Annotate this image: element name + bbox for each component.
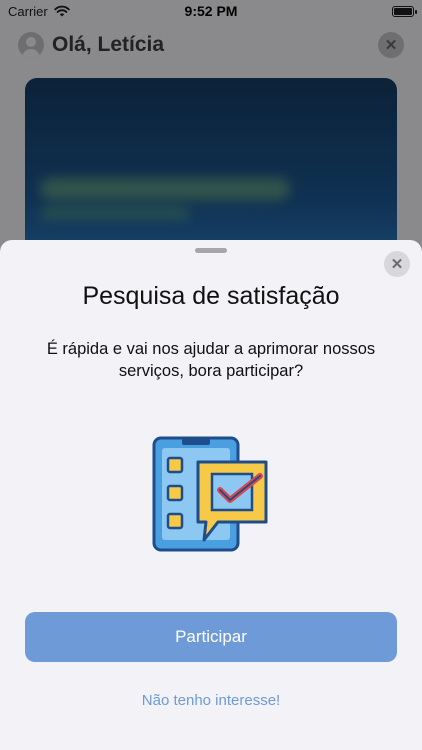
survey-sheet: ✕ Pesquisa de satisfação É rápida e vai … [0,240,422,750]
sheet-grabber[interactable] [195,248,227,253]
status-time: 9:52 PM [184,3,238,19]
survey-illustration [152,436,268,552]
background-header: Olá, Letícia ✕ [18,30,404,60]
sheet-title: Pesquisa de satisfação [82,282,340,310]
participate-button[interactable]: Participar [25,612,397,662]
close-icon: ✕ [390,256,404,273]
no-interest-link[interactable]: Não tenho interesse! [0,692,422,709]
sheet-subtitle: É rápida e vai nos ajudar a aprimorar no… [46,340,376,380]
close-button[interactable]: ✕ [384,251,410,277]
avatar-icon[interactable] [18,32,44,58]
greeting: Olá, Letícia [52,33,165,56]
background-close-icon: ✕ [378,32,404,58]
